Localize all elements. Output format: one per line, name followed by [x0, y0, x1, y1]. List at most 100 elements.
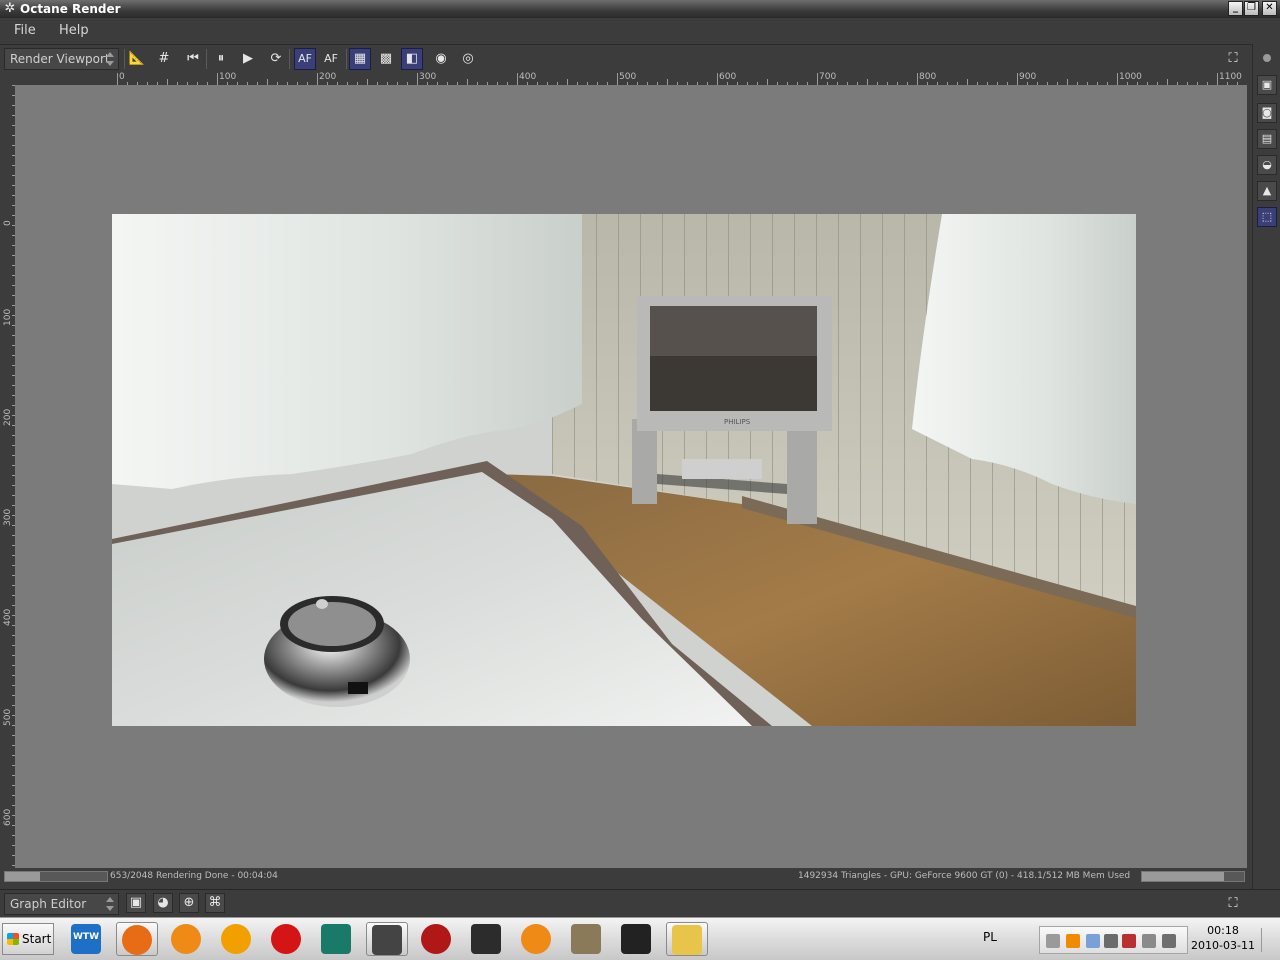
pick-object-button[interactable]: ◎: [457, 48, 479, 70]
start-label: Start: [22, 932, 52, 946]
arrange-nodes-button[interactable]: ⌘: [205, 893, 225, 913]
autofocus-picker-button[interactable]: AF: [320, 48, 342, 70]
pick-material-button[interactable]: ◉: [430, 48, 452, 70]
taskbar-blender-2[interactable]: [516, 922, 558, 956]
folder-icon: [672, 925, 702, 955]
ruler-toggle-button[interactable]: 📐: [126, 48, 148, 70]
menu-file[interactable]: File: [14, 23, 36, 39]
ruler-h-label: 1100: [1219, 72, 1242, 82]
render-image: PHILIPS: [112, 214, 1136, 726]
bird-icon: [621, 924, 651, 954]
graph-editor-select-value: Graph Editor: [10, 897, 87, 911]
viewport-select[interactable]: Render Viewport: [4, 48, 119, 70]
kernel-settings-button[interactable]: ▤: [1257, 129, 1277, 149]
grid-toggle-button[interactable]: #: [153, 48, 175, 70]
node-icon: ⬚: [1261, 210, 1273, 223]
refresh-icon: ⟳: [270, 51, 282, 66]
speaker-icon[interactable]: [1162, 934, 1176, 948]
render-viewport[interactable]: PHILIPS: [15, 85, 1247, 868]
ruler-v-label: 500: [3, 708, 13, 726]
window-tray-icon[interactable]: [1086, 934, 1100, 948]
volume-icon[interactable]: [1104, 934, 1118, 948]
g-icon: [321, 924, 351, 954]
close-button[interactable]: ✕: [1262, 1, 1277, 16]
network-icon[interactable]: [1142, 934, 1156, 948]
vertical-ruler: 0 100 200 300 400 500 600: [3, 85, 15, 868]
pause-tray-icon[interactable]: [1066, 934, 1080, 948]
taskbar-bird-app[interactable]: [616, 922, 658, 956]
cs-icon: [471, 924, 501, 954]
toolbar-separator: [289, 49, 290, 69]
ruler-h-label: 200: [319, 72, 337, 82]
taskbar-wtw-app[interactable]: WTW: [66, 922, 108, 956]
node-inspector-button[interactable]: ⬚: [1257, 207, 1277, 227]
menu-help[interactable]: Help: [59, 23, 89, 39]
taskbar-app-6[interactable]: [316, 922, 358, 956]
load-material-button[interactable]: ▣: [126, 893, 146, 913]
cone-icon: [221, 924, 251, 954]
play-button[interactable]: ▶: [237, 48, 259, 70]
restore-button[interactable]: ❐: [1244, 1, 1259, 16]
clay-render-button[interactable]: ◧: [401, 48, 423, 70]
graph-fullscreen-button[interactable]: ⛶: [1222, 893, 1244, 915]
wtw-label: WTW: [73, 932, 99, 942]
fullscreen-button[interactable]: ⛶: [1222, 48, 1244, 70]
windows-logo-icon: [7, 933, 19, 945]
clock[interactable]: 00:18 2010-03-11: [1188, 923, 1258, 957]
toolbar-separator: [346, 49, 347, 69]
taskbar-explorer[interactable]: [666, 922, 708, 956]
pause-button[interactable]: ⏸: [210, 48, 232, 70]
panel-dot-icon[interactable]: [1263, 54, 1271, 62]
af-picker-icon: AF: [324, 52, 338, 65]
taskbar-opera[interactable]: [266, 922, 308, 956]
render-target-button[interactable]: ▣: [1257, 75, 1277, 95]
ruler-h-label: 500: [619, 72, 637, 82]
material-icon: ▣: [129, 895, 143, 910]
wtw-icon: WTW: [71, 924, 101, 954]
checker-background-button[interactable]: ▩: [375, 48, 397, 70]
right-status-scroll[interactable]: [1141, 871, 1245, 882]
left-progress-scroll[interactable]: [4, 871, 108, 882]
ruler-v-label: 300: [3, 508, 13, 526]
viewport-select-value: Render Viewport: [10, 52, 110, 66]
taskbar-portrait-app[interactable]: [566, 922, 608, 956]
show-desktop-button[interactable]: [1261, 928, 1276, 952]
reset-camera-button[interactable]: ⟳: [265, 48, 287, 70]
status-bar: 653/2048 Rendering Done - 00:04:04 14929…: [0, 868, 1252, 884]
title-bar[interactable]: ✲ Octane Render _ ❐ ✕: [0, 0, 1280, 18]
ruler-h-label: 600: [719, 72, 737, 82]
ruler-h-label: 700: [819, 72, 837, 82]
security-alert-icon[interactable]: [1122, 934, 1136, 948]
graph-editor-select[interactable]: Graph Editor: [4, 893, 119, 915]
ruler-h-label: 800: [919, 72, 937, 82]
ruler-h-label: 0: [119, 72, 125, 82]
af-icon: AF: [298, 52, 312, 65]
taskbar-firefox[interactable]: [116, 922, 158, 956]
alpha-channel-button[interactable]: ▦: [349, 48, 371, 70]
imager-button[interactable]: ▲: [1257, 181, 1277, 201]
restart-button[interactable]: ⏮: [182, 48, 204, 70]
dragon-icon: [421, 924, 451, 954]
language-indicator[interactable]: PL: [983, 930, 997, 944]
start-button[interactable]: Start: [2, 923, 54, 955]
keyboard-icon[interactable]: [1046, 934, 1060, 948]
minimize-button[interactable]: _: [1228, 1, 1243, 16]
texture-button[interactable]: ◕: [153, 893, 173, 913]
taskbar-counter-strike[interactable]: [466, 922, 508, 956]
node-add-button[interactable]: ⊕: [179, 893, 199, 913]
side-panel: ▣ ◙ ▤ ◒ ▲ ⬚: [1252, 44, 1280, 890]
taskbar-blender-1[interactable]: [166, 922, 208, 956]
ruler-v-label: 600: [3, 808, 13, 826]
settings-icon: ▤: [1261, 132, 1273, 145]
ruler-v-label: 100: [3, 308, 13, 326]
environment-button[interactable]: ◒: [1257, 155, 1277, 175]
taskbar-octane[interactable]: [366, 922, 408, 956]
taskbar-dragon-app[interactable]: [416, 922, 458, 956]
camera-settings-button[interactable]: ◙: [1257, 103, 1277, 123]
blender-icon: [171, 924, 201, 954]
horizontal-ruler: 0 100 200 300 400 500 600 700 800 900 1000 1100: [112, 72, 1247, 85]
graph-editor-bar: Graph Editor ▣ ◕ ⊕ ⌘ ⛶: [0, 889, 1280, 916]
autofocus-button[interactable]: AF: [294, 48, 316, 70]
expand-icon: ⛶: [1228, 51, 1238, 66]
taskbar-vlc-like-app[interactable]: [216, 922, 258, 956]
